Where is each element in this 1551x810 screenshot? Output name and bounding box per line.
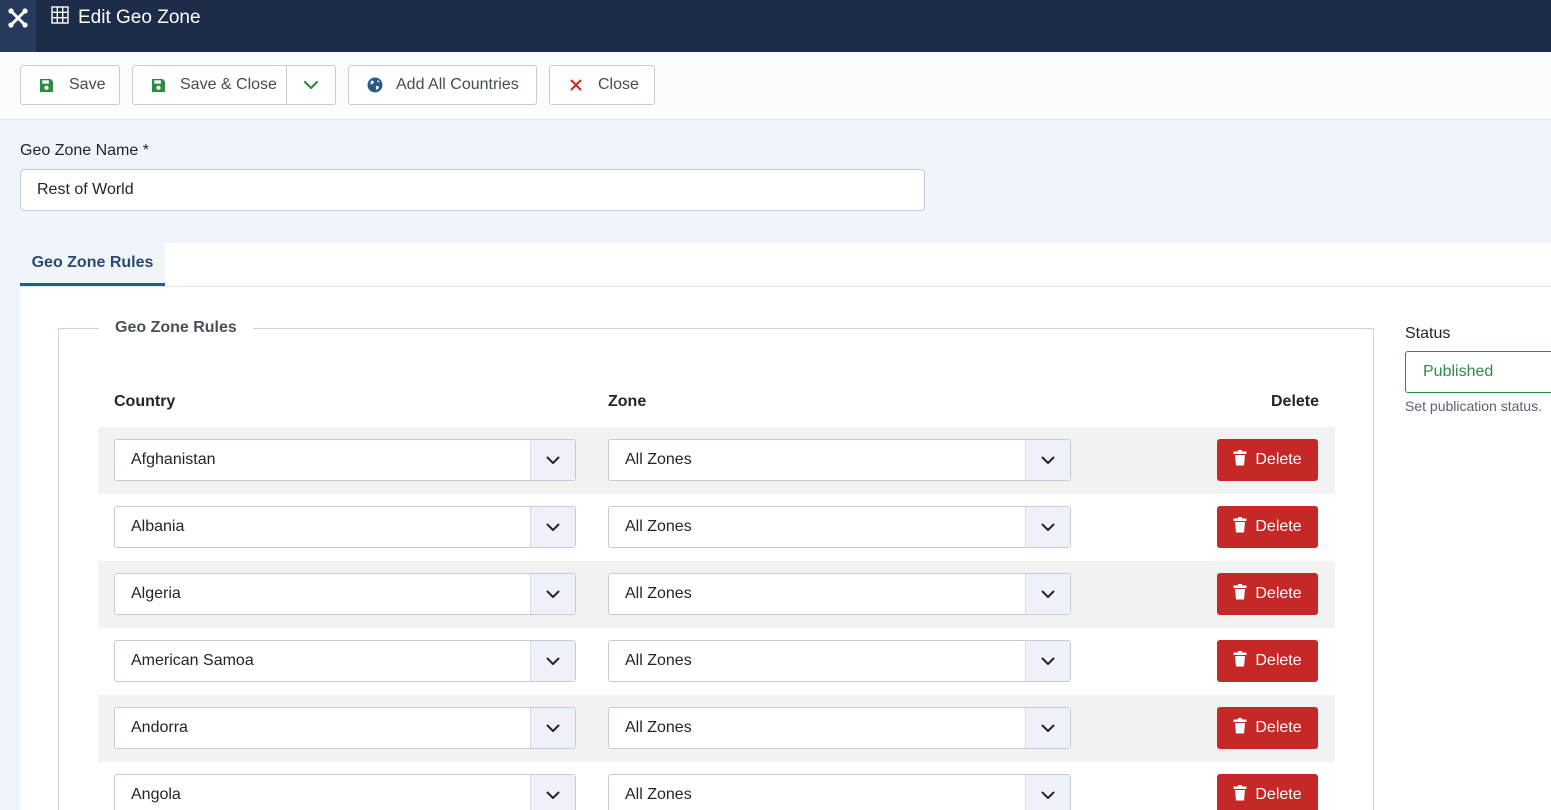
x-icon [570,79,582,91]
add-all-countries-button[interactable]: Add All Countries [348,65,537,105]
chevron-down-icon [303,80,319,90]
trash-icon [1233,516,1247,538]
column-header-country: Country [114,393,176,410]
save-button[interactable]: Save [20,65,120,105]
geo-zone-name-label: Geo Zone Name * [20,142,149,159]
zone-select[interactable]: All Zones [608,506,1071,548]
rule-row: Andorra All Zones Delete [98,695,1335,762]
trash-icon [1233,784,1247,806]
close-label: Close [598,76,639,93]
add-all-countries-label: Add All Countries [396,76,519,93]
country-value: Algeria [131,585,181,602]
save-options-dropdown-button[interactable] [286,65,336,105]
zone-value: All Zones [625,585,692,602]
globe-icon [367,77,383,93]
country-select[interactable]: Albania [114,506,576,548]
country-value: Andorra [131,719,188,736]
geo-zone-rules-fieldset: Geo Zone Rules Country Zone Delete Afgha… [58,319,1374,810]
close-button[interactable]: Close [549,65,655,105]
column-header-zone: Zone [608,393,647,410]
delete-button[interactable]: Delete [1217,506,1318,548]
zone-value: All Zones [625,652,692,669]
country-select[interactable]: American Samoa [114,640,576,682]
page-title-wrap: Edit Geo Zone [51,6,201,29]
chevron-down-icon [1025,775,1070,810]
rule-row: Albania All Zones Delete [98,494,1335,561]
delete-button[interactable]: Delete [1217,573,1318,615]
top-header-bar: Edit Geo Zone [0,0,1551,52]
grid-icon [51,6,69,29]
country-value: American Samoa [131,652,254,669]
rule-row: Afghanistan All Zones Delete [98,427,1335,494]
tab-strip: Geo Zone Rules [20,243,1551,287]
zone-select[interactable]: All Zones [608,439,1071,481]
save-close-button[interactable]: Save & Close [132,65,287,105]
tab-geo-zone-rules[interactable]: Geo Zone Rules [20,243,165,286]
rule-row: American Samoa All Zones Delete [98,628,1335,695]
chevron-down-icon [530,507,575,547]
delete-button[interactable]: Delete [1217,640,1318,682]
column-header-delete: Delete [1271,393,1320,410]
chevron-down-icon [1025,708,1070,748]
save-close-label: Save & Close [180,76,277,93]
status-select[interactable]: Published [1405,351,1551,393]
zone-value: All Zones [625,518,692,535]
toolbar: Save Save & Close Add All Countries Clos… [0,52,1551,120]
fieldset-legend: Geo Zone Rules [99,319,253,337]
delete-label: Delete [1255,518,1302,535]
delete-label: Delete [1255,786,1302,803]
chevron-down-icon [530,775,575,810]
rule-row: Algeria All Zones Delete [98,561,1335,628]
chevron-down-icon [1025,574,1070,614]
chevron-down-icon [1025,641,1070,681]
chevron-down-icon [530,440,575,480]
country-select[interactable]: Andorra [114,707,576,749]
geo-zone-name-input[interactable] [20,169,925,211]
rules-card: Geo Zone Rules Geo Zone Rules Country Zo… [20,243,1551,810]
country-select[interactable]: Angola [114,774,576,810]
delete-label: Delete [1255,451,1302,468]
chevron-down-icon [530,708,575,748]
delete-label: Delete [1255,719,1302,736]
zone-value: All Zones [625,786,692,803]
zone-value: All Zones [625,719,692,736]
page-title: Edit Geo Zone [78,6,201,28]
floppy-disk-icon [39,78,54,93]
delete-button[interactable]: Delete [1217,439,1318,481]
delete-label: Delete [1255,585,1302,602]
status-help-text: Set publication status. [1405,398,1542,414]
status-label: Status [1405,325,1451,342]
country-value: Angola [131,786,181,803]
trash-icon [1233,449,1247,471]
delete-label: Delete [1255,652,1302,669]
country-value: Afghanistan [131,451,216,468]
trash-icon [1233,583,1247,605]
joomla-logo-icon[interactable] [0,0,36,52]
save-label: Save [69,76,106,93]
floppy-disk-icon [151,78,166,93]
trash-icon [1233,650,1247,672]
zone-select[interactable]: All Zones [608,573,1071,615]
chevron-down-icon [530,641,575,681]
zone-select[interactable]: All Zones [608,774,1071,810]
zone-value: All Zones [625,451,692,468]
chevron-down-icon [1025,440,1070,480]
country-select[interactable]: Algeria [114,573,576,615]
chevron-down-icon [530,574,575,614]
zone-select[interactable]: All Zones [608,707,1071,749]
chevron-down-icon [1025,507,1070,547]
country-value: Albania [131,518,185,535]
country-select[interactable]: Afghanistan [114,439,576,481]
rule-row: Angola All Zones Delete [98,762,1335,810]
trash-icon [1233,717,1247,739]
delete-button[interactable]: Delete [1217,774,1318,810]
delete-button[interactable]: Delete [1217,707,1318,749]
zone-select[interactable]: All Zones [608,640,1071,682]
